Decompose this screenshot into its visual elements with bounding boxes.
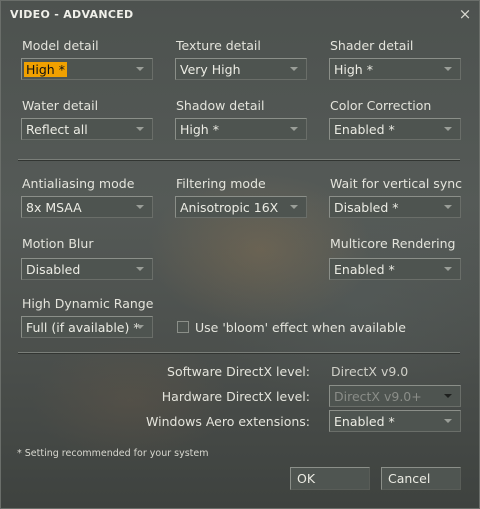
shader-detail-dropdown[interactable]: High * bbox=[329, 58, 461, 80]
hdr-dropdown[interactable]: Full (if available) * bbox=[21, 316, 153, 338]
hardware-directx-value: DirectX v9.0+ bbox=[334, 389, 422, 404]
shadow-detail-label: Shadow detail bbox=[176, 98, 265, 113]
shadow-detail-value: High * bbox=[180, 122, 219, 137]
multicore-rendering-value: Enabled * bbox=[334, 262, 395, 277]
chevron-down-icon bbox=[132, 120, 148, 138]
chevron-down-icon bbox=[132, 60, 148, 78]
hdr-value: Full (if available) * bbox=[26, 320, 140, 335]
multicore-rendering-label: Multicore Rendering bbox=[330, 236, 456, 251]
filtering-mode-dropdown[interactable]: Anisotropic 16X bbox=[175, 196, 307, 218]
vertical-sync-dropdown[interactable]: Disabled * bbox=[329, 196, 461, 218]
model-detail-label: Model detail bbox=[22, 38, 99, 53]
software-directx-value: DirectX v9.0 bbox=[331, 364, 409, 379]
windows-aero-dropdown[interactable]: Enabled * bbox=[329, 410, 461, 432]
ok-button[interactable]: OK bbox=[290, 467, 370, 490]
motion-blur-label: Motion Blur bbox=[22, 236, 94, 251]
chevron-down-icon bbox=[132, 260, 148, 278]
chevron-down-icon bbox=[440, 120, 456, 138]
chevron-down-icon bbox=[286, 120, 302, 138]
motion-blur-value: Disabled bbox=[26, 262, 81, 277]
color-correction-dropdown[interactable]: Enabled * bbox=[329, 118, 461, 140]
hardware-directx-label: Hardware DirectX level: bbox=[161, 389, 310, 404]
section-divider bbox=[18, 159, 460, 161]
bloom-checkbox[interactable] bbox=[177, 321, 189, 333]
motion-blur-dropdown[interactable]: Disabled bbox=[21, 258, 153, 280]
windows-aero-value: Enabled * bbox=[334, 414, 395, 429]
model-detail-value: High * bbox=[24, 62, 67, 77]
water-detail-dropdown[interactable]: Reflect all bbox=[21, 118, 153, 140]
bloom-checkbox-label[interactable]: Use 'bloom' effect when available bbox=[195, 320, 406, 335]
multicore-rendering-dropdown[interactable]: Enabled * bbox=[329, 258, 461, 280]
shader-detail-value: High * bbox=[334, 62, 373, 77]
filtering-mode-label: Filtering mode bbox=[176, 176, 266, 191]
chevron-down-icon bbox=[286, 60, 302, 78]
section-divider bbox=[18, 352, 460, 354]
chevron-down-icon bbox=[440, 198, 456, 216]
hardware-directx-dropdown[interactable]: DirectX v9.0+ bbox=[329, 385, 461, 407]
chevron-down-icon bbox=[286, 198, 302, 216]
shader-detail-label: Shader detail bbox=[330, 38, 414, 53]
shadow-detail-dropdown[interactable]: High * bbox=[175, 118, 307, 140]
chevron-down-icon bbox=[132, 318, 148, 336]
chevron-down-icon bbox=[440, 60, 456, 78]
texture-detail-value: Very High bbox=[180, 62, 241, 77]
recommended-footnote: * Setting recommended for your system bbox=[17, 448, 209, 459]
antialiasing-mode-dropdown[interactable]: 8x MSAA bbox=[21, 196, 153, 218]
dialog-title: VIDEO - ADVANCED bbox=[10, 8, 134, 21]
chevron-down-icon bbox=[440, 412, 456, 430]
texture-detail-label: Texture detail bbox=[176, 38, 261, 53]
color-correction-value: Enabled * bbox=[334, 122, 395, 137]
windows-aero-label: Windows Aero extensions: bbox=[146, 414, 310, 429]
close-icon[interactable]: × bbox=[457, 5, 473, 23]
vertical-sync-label: Wait for vertical sync bbox=[330, 176, 463, 191]
color-correction-label: Color Correction bbox=[330, 98, 432, 113]
antialiasing-mode-value: 8x MSAA bbox=[26, 200, 82, 215]
chevron-down-icon bbox=[440, 260, 456, 278]
antialiasing-mode-label: Antialiasing mode bbox=[22, 176, 135, 191]
water-detail-label: Water detail bbox=[22, 98, 99, 113]
software-directx-label: Software DirectX level: bbox=[167, 364, 310, 379]
chevron-down-icon bbox=[440, 387, 456, 405]
texture-detail-dropdown[interactable]: Very High bbox=[175, 58, 307, 80]
chevron-down-icon bbox=[132, 198, 148, 216]
hdr-label: High Dynamic Range bbox=[22, 296, 154, 311]
cancel-button[interactable]: Cancel bbox=[381, 467, 461, 490]
filtering-mode-value: Anisotropic 16X bbox=[180, 200, 279, 215]
water-detail-value: Reflect all bbox=[26, 122, 88, 137]
model-detail-dropdown[interactable]: High * bbox=[21, 58, 153, 80]
vertical-sync-value: Disabled * bbox=[334, 200, 399, 215]
